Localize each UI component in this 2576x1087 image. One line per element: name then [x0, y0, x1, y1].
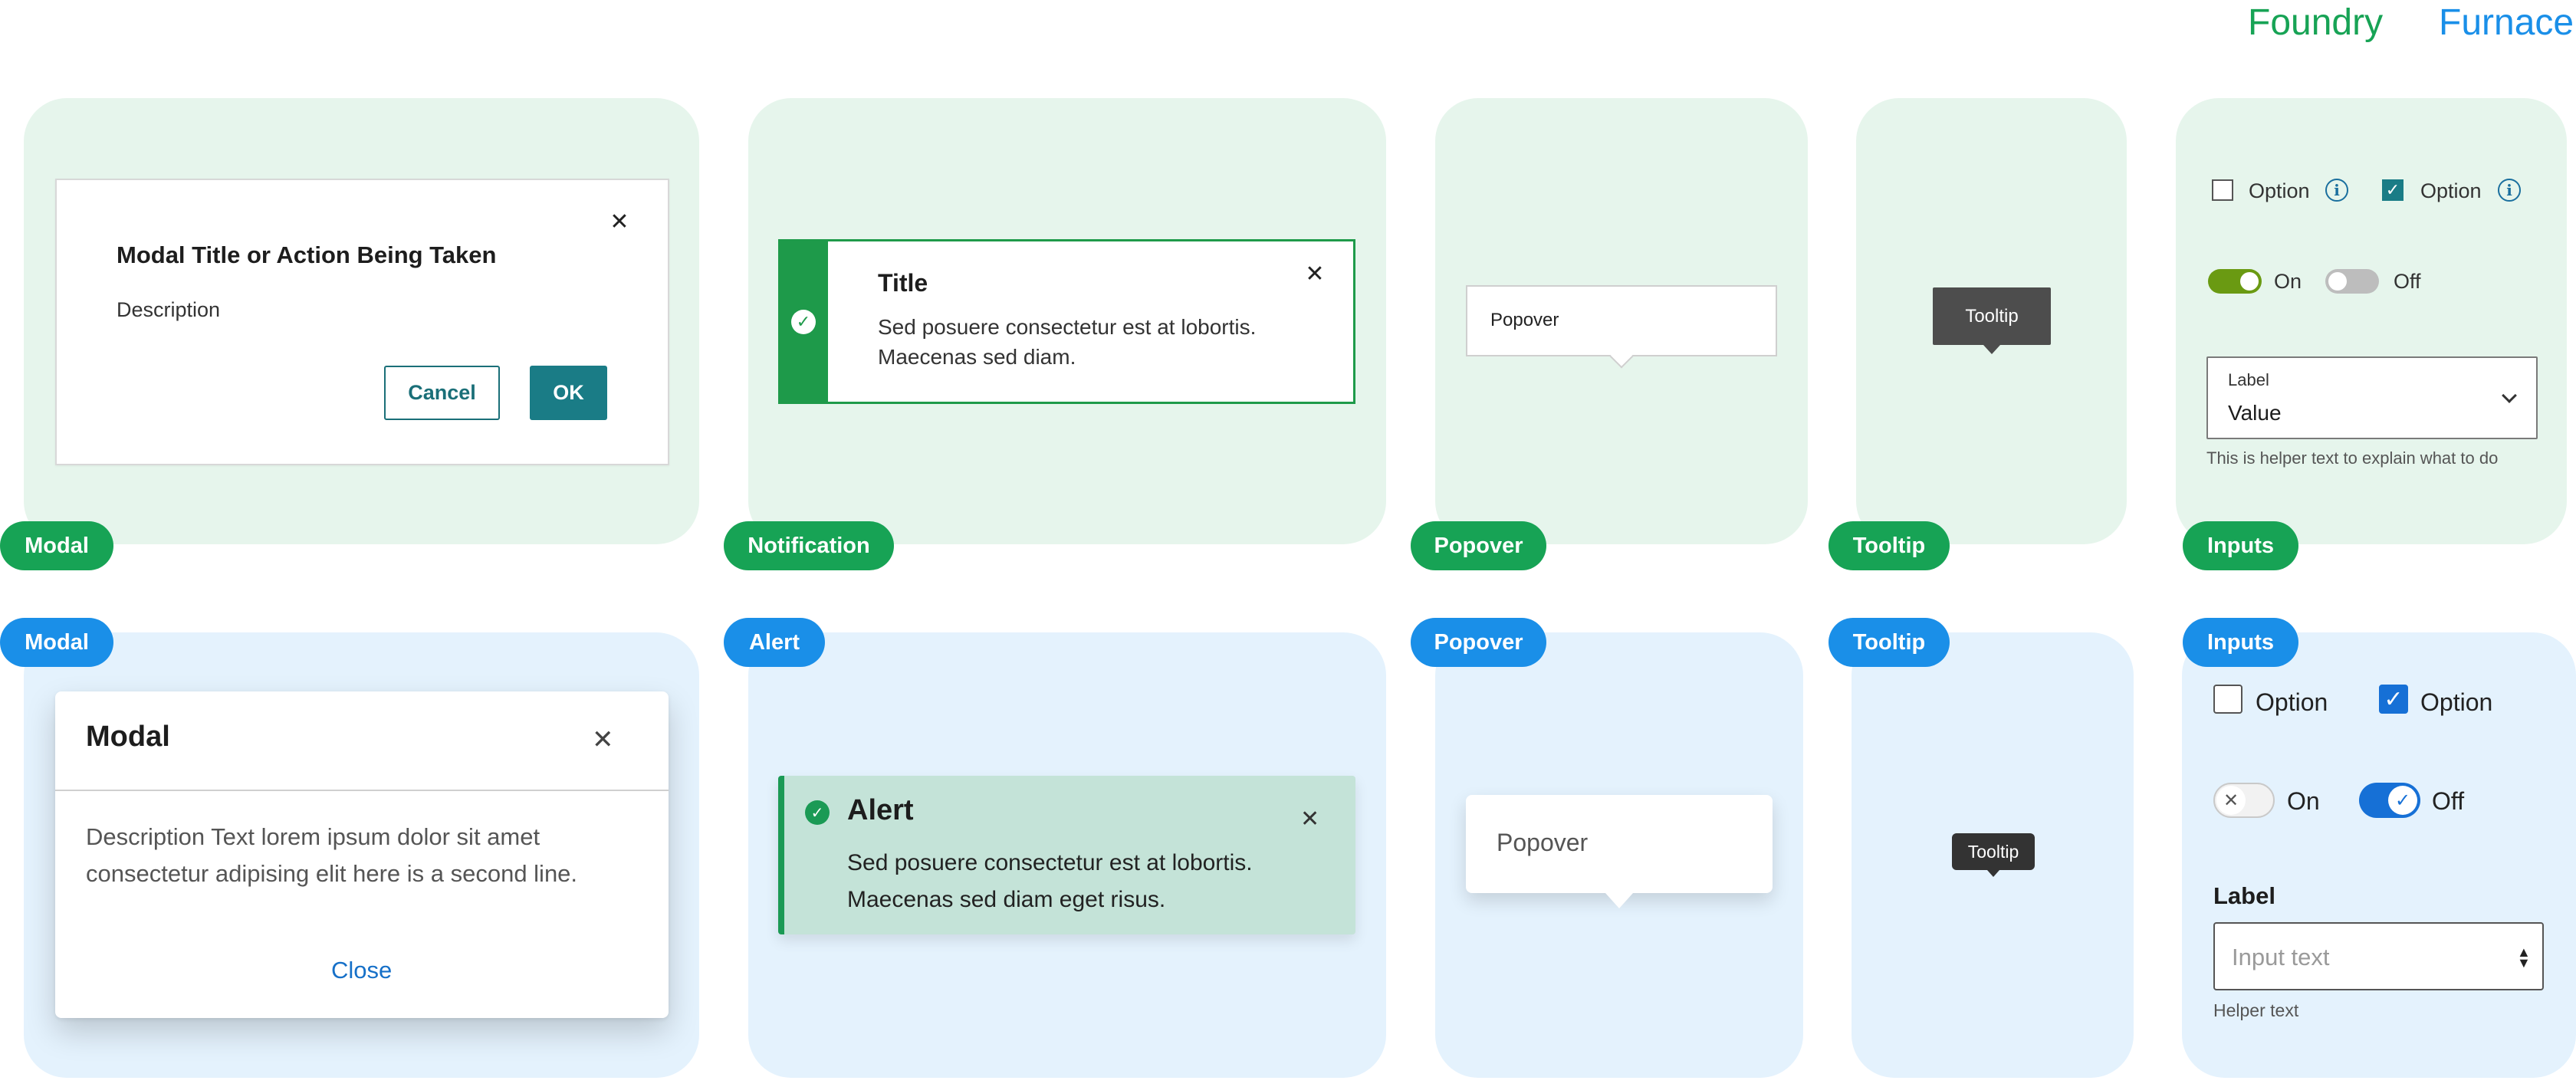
toggle-off[interactable] — [2325, 269, 2379, 294]
helper-text: This is helper text to explain what to d… — [2206, 448, 2499, 468]
checkbox-unchecked[interactable] — [2213, 685, 2242, 714]
select-value: Value — [2228, 401, 2282, 425]
helper-text: Helper text — [2213, 1000, 2299, 1020]
chevron-down-icon — [2502, 388, 2517, 403]
modal-title: Modal Title or Action Being Taken — [117, 241, 497, 268]
close-icon[interactable]: ✕ — [1300, 808, 1319, 831]
toggle-knob — [2328, 272, 2347, 291]
cancel-button[interactable]: Cancel — [384, 366, 500, 420]
notification-title: Title — [878, 269, 928, 297]
checkbox-unchecked[interactable] — [2212, 179, 2233, 201]
furnace-popover: Popover — [1466, 795, 1773, 893]
tooltip-arrow — [1983, 345, 2000, 354]
tag-inputs: Inputs — [2183, 521, 2298, 570]
foundry-inputs-panel — [2176, 98, 2567, 544]
tag-tooltip: Tooltip — [1829, 618, 1950, 667]
furnace-alert: ✓ Alert Sed posuere consectetur est at l… — [778, 776, 1355, 934]
close-icon[interactable]: ✕ — [604, 211, 635, 241]
tag-popover: Popover — [1411, 521, 1546, 570]
tag-tooltip: Tooltip — [1829, 521, 1950, 570]
check-circle-icon: ✓ — [791, 310, 816, 334]
furnace-modal: Modal ✕ Description Text lorem ipsum dol… — [55, 691, 669, 1018]
checkbox-label: Option — [2420, 179, 2482, 202]
toggle-label: On — [2287, 787, 2320, 815]
checkbox-label: Option — [2256, 688, 2328, 716]
sort-icon: ▲ ▼ — [2517, 944, 2531, 970]
check-icon: ✓ — [2388, 786, 2417, 815]
checkbox-label: Option — [2420, 688, 2493, 716]
alert-title: Alert — [847, 794, 914, 826]
select-field[interactable]: Label Value — [2206, 356, 2538, 439]
tag-notification: Notification — [724, 521, 894, 570]
close-icon[interactable]: ✕ — [1300, 263, 1330, 294]
close-icon: ✕ — [2216, 786, 2246, 815]
toggle-on[interactable]: ✓ — [2359, 783, 2420, 818]
foundry-modal: ✕ Modal Title or Action Being Taken Desc… — [55, 179, 669, 465]
foundry-notification: ✓ Title Sed posuere consectetur est at l… — [778, 239, 1355, 404]
notification-body: Sed posuere consectetur est at lobortis.… — [878, 315, 1257, 369]
input-placeholder: Input text — [2232, 944, 2330, 970]
close-icon[interactable]: ✕ — [592, 727, 614, 753]
tag-modal: Modal — [0, 618, 113, 667]
tag-inputs: Inputs — [2183, 618, 2298, 667]
toggle-knob — [2240, 272, 2259, 291]
toggle-off[interactable]: ✕ — [2213, 783, 2275, 818]
select-label: Label — [2228, 370, 2269, 389]
close-button[interactable]: Close — [331, 957, 392, 984]
furnace-title: Furnace — [2439, 2, 2574, 43]
modal-divider — [55, 790, 669, 791]
checkbox-label: Option — [2249, 179, 2310, 202]
ok-button[interactable]: OK — [530, 366, 607, 420]
modal-description: Description — [117, 298, 221, 321]
input-field[interactable]: Input text ▲ ▼ — [2213, 922, 2544, 990]
info-icon[interactable]: i — [2325, 179, 2348, 202]
popover-arrow — [1605, 893, 1633, 908]
modal-title: Modal — [86, 721, 170, 753]
modal-description: Description Text lorem ipsum dolor sit a… — [86, 823, 578, 887]
check-circle-icon: ✓ — [805, 800, 830, 825]
info-icon[interactable]: i — [2498, 179, 2521, 202]
alert-body: Sed posuere consectetur est at lobortis.… — [847, 850, 1253, 912]
tag-modal: Modal — [0, 521, 113, 570]
popover-text: Popover — [1490, 310, 1559, 330]
toggle-on[interactable] — [2208, 269, 2262, 294]
tag-alert: Alert — [724, 618, 825, 667]
tag-popover: Popover — [1411, 618, 1546, 667]
toggle-label: Off — [2394, 270, 2421, 293]
checkbox-checked[interactable]: ✓ — [2382, 179, 2404, 201]
checkbox-checked[interactable]: ✓ — [2379, 685, 2408, 714]
toggle-label: Off — [2432, 787, 2465, 815]
field-label: Label — [2213, 882, 2275, 909]
toggle-label: On — [2274, 270, 2302, 293]
popover-text: Popover — [1497, 829, 1589, 856]
tooltip-arrow — [1987, 870, 1999, 877]
foundry-title: Foundry — [2248, 2, 2384, 43]
foundry-tooltip: Tooltip — [1933, 287, 2051, 345]
furnace-tooltip: Tooltip — [1952, 833, 2035, 870]
